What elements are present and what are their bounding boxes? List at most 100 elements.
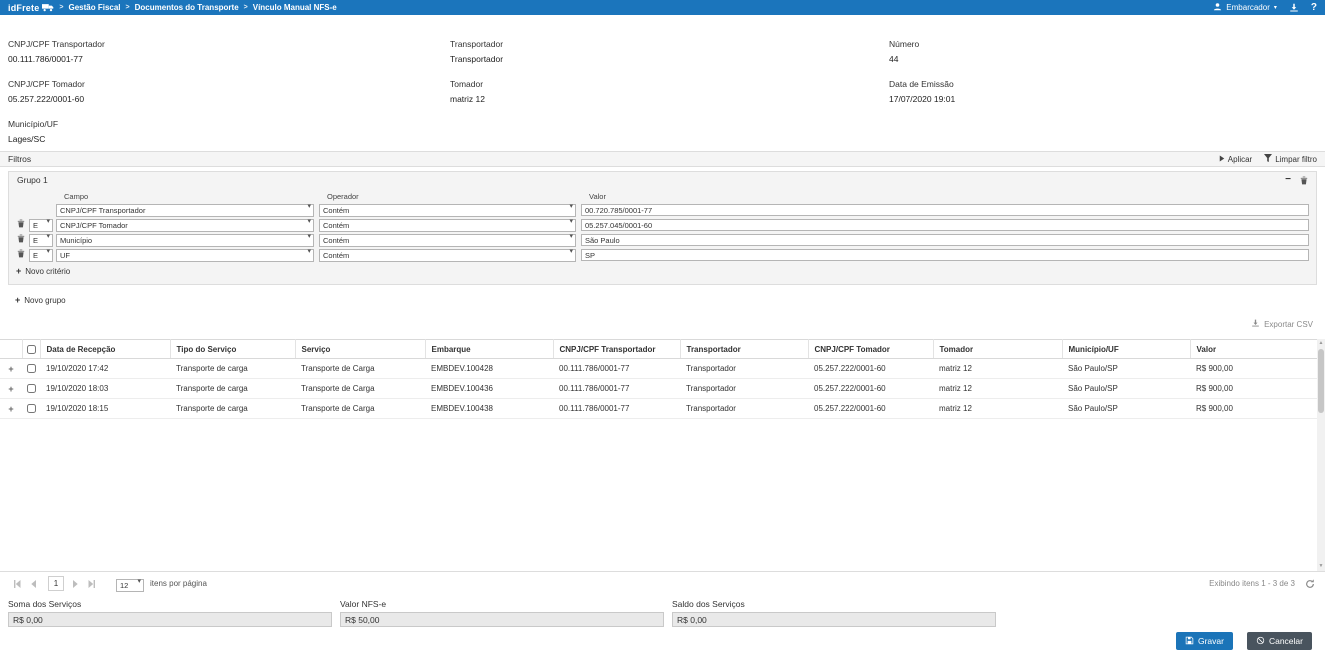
page-size-label: itens por página <box>150 579 207 588</box>
pagination-status: Exibindo itens 1 - 3 de 3 <box>1209 579 1295 588</box>
field-municipio-uf: Município/UF Lages/SC <box>8 119 450 144</box>
filter-group: Grupo 1 − Campo Operador Valor CNPJ/CPF … <box>8 171 1317 285</box>
table-row[interactable]: + 19/10/2020 18:15 Transporte de carga T… <box>0 399 1317 419</box>
document-info: CNPJ/CPF Transportador 00.111.786/0001-7… <box>0 15 1325 144</box>
breadcrumb-separator-icon: > <box>126 4 130 11</box>
shipper-menu[interactable]: Embarcador ▾ <box>1213 2 1277 13</box>
select-all-checkbox[interactable] <box>27 345 36 354</box>
cell-transportador: Transportador <box>680 379 808 399</box>
prev-page-button[interactable] <box>27 577 41 591</box>
row-checkbox[interactable] <box>27 404 36 413</box>
play-icon <box>1219 155 1225 164</box>
add-group-button[interactable]: + Novo grupo <box>15 295 66 305</box>
expand-row-button[interactable]: + <box>8 384 13 394</box>
first-page-button[interactable] <box>10 577 24 591</box>
column-header: Município/UF <box>1062 340 1190 359</box>
delete-group-button[interactable] <box>1300 176 1308 185</box>
criterion-field-select[interactable]: UF <box>56 249 314 262</box>
cell-embarque: EMBDEV.100436 <box>425 379 553 399</box>
last-page-button[interactable] <box>85 577 99 591</box>
select-column-header <box>22 340 40 359</box>
cell-valor: R$ 900,00 <box>1190 379 1317 399</box>
saldo-servicos-field: Saldo dos Serviços <box>672 599 996 628</box>
field-value: Lages/SC <box>8 134 450 144</box>
scroll-down-icon[interactable]: ▼ <box>1317 562 1325 571</box>
refresh-icon[interactable] <box>1305 579 1315 589</box>
filter-group-header: Grupo 1 − <box>9 172 1316 188</box>
expand-row-button[interactable]: + <box>8 404 13 414</box>
add-criterion-button[interactable]: + Novo critério <box>16 266 70 276</box>
column-header: Valor <box>1190 340 1317 359</box>
save-button[interactable]: Gravar <box>1176 632 1233 650</box>
table-header-row: Data de Recepção Tipo do Serviço Serviço… <box>0 340 1317 359</box>
breadcrumb-separator-icon: > <box>244 4 248 11</box>
row-checkbox[interactable] <box>27 384 36 393</box>
cell-tipo-servico: Transporte de carga <box>170 399 295 419</box>
soma-servicos-input <box>8 612 332 627</box>
field-numero: Número 44 <box>889 39 1317 64</box>
delete-criterion-button[interactable] <box>16 234 25 243</box>
criterion-value-input[interactable] <box>581 249 1309 261</box>
expand-column-header <box>0 340 22 359</box>
page-size-select[interactable]: 12 <box>116 579 144 592</box>
cancel-button[interactable]: Cancelar <box>1247 632 1312 650</box>
table-row[interactable]: + 19/10/2020 17:42 Transporte de carga T… <box>0 359 1317 379</box>
field-value: Transportador <box>450 54 889 64</box>
saldo-servicos-input <box>672 612 996 627</box>
criterion-connector-select[interactable]: E <box>29 249 53 262</box>
criterion-operator-select[interactable]: Contém <box>319 249 576 262</box>
cell-tomador: matriz 12 <box>933 359 1062 379</box>
cell-transportador: Transportador <box>680 359 808 379</box>
cell-tipo-servico: Transporte de carga <box>170 359 295 379</box>
help-icon[interactable]: ? <box>1311 2 1317 13</box>
breadcrumb-documentos-transporte[interactable]: Documentos do Transporte <box>135 3 239 12</box>
field-value: 00.111.786/0001-77 <box>8 54 450 64</box>
valor-nfse-field: Valor NFS-e <box>340 599 664 628</box>
vertical-scrollbar[interactable]: ▲ ▼ <box>1317 339 1325 571</box>
breadcrumb-vinculo-manual-nfse[interactable]: Vínculo Manual NFS-e <box>253 3 337 12</box>
clear-filter-button[interactable]: Limpar filtro <box>1264 154 1317 164</box>
cell-valor: R$ 900,00 <box>1190 359 1317 379</box>
delete-criterion-button[interactable] <box>16 219 25 228</box>
delete-criterion-button[interactable] <box>16 249 25 258</box>
valor-nfse-label: Valor NFS-e <box>340 599 664 609</box>
scroll-up-icon[interactable]: ▲ <box>1317 339 1325 348</box>
field-label: Município/UF <box>8 119 450 129</box>
export-csv-button[interactable]: Exportar CSV <box>1251 319 1313 329</box>
cell-tipo-servico: Transporte de carga <box>170 379 295 399</box>
current-page-button[interactable]: 1 <box>48 576 64 591</box>
clear-filter-label: Limpar filtro <box>1275 155 1317 164</box>
row-checkbox[interactable] <box>27 364 36 373</box>
totals-section: Soma dos Serviços Valor NFS-e Saldo dos … <box>8 599 996 628</box>
filter-group-tools: − <box>1285 175 1308 185</box>
collapse-group-button[interactable]: − <box>1285 175 1291 185</box>
action-buttons: Gravar Cancelar <box>1176 632 1312 650</box>
table-row[interactable]: + 19/10/2020 18:03 Transporte de carga T… <box>0 379 1317 399</box>
column-header: CNPJ/CPF Tomador <box>808 340 933 359</box>
filter-group-title: Grupo 1 <box>17 175 48 185</box>
next-page-button[interactable] <box>68 577 82 591</box>
apply-filter-label: Aplicar <box>1228 155 1252 164</box>
breadcrumb-gestao-fiscal[interactable]: Gestão Fiscal <box>69 3 121 12</box>
field-value: 44 <box>889 54 1317 64</box>
cell-municipio-uf: São Paulo/SP <box>1062 379 1190 399</box>
user-icon <box>1213 2 1222 13</box>
cell-cnpj-tomador: 05.257.222/0001-60 <box>808 359 933 379</box>
scrollbar-thumb[interactable] <box>1318 349 1324 413</box>
grid-toolbar: Exportar CSV <box>1251 319 1313 329</box>
plus-icon: + <box>15 295 20 305</box>
filter-icon <box>1264 154 1272 164</box>
download-icon[interactable] <box>1289 3 1299 12</box>
expand-row-button[interactable]: + <box>8 364 13 374</box>
field-value: 05.257.222/0001-60 <box>8 94 450 104</box>
field-value: 17/07/2020 19:01 <box>889 94 1317 104</box>
topbar-right: Embarcador ▾ ? <box>1213 2 1317 13</box>
cell-transportador: Transportador <box>680 399 808 419</box>
breadcrumb-separator-icon: > <box>59 4 63 11</box>
apply-filter-button[interactable]: Aplicar <box>1219 154 1252 164</box>
soma-servicos-field: Soma dos Serviços <box>8 599 332 628</box>
field-label: Tomador <box>450 79 889 89</box>
save-icon <box>1185 636 1194 647</box>
field-tomador: Tomador matriz 12 <box>450 79 889 104</box>
save-button-label: Gravar <box>1198 636 1224 646</box>
